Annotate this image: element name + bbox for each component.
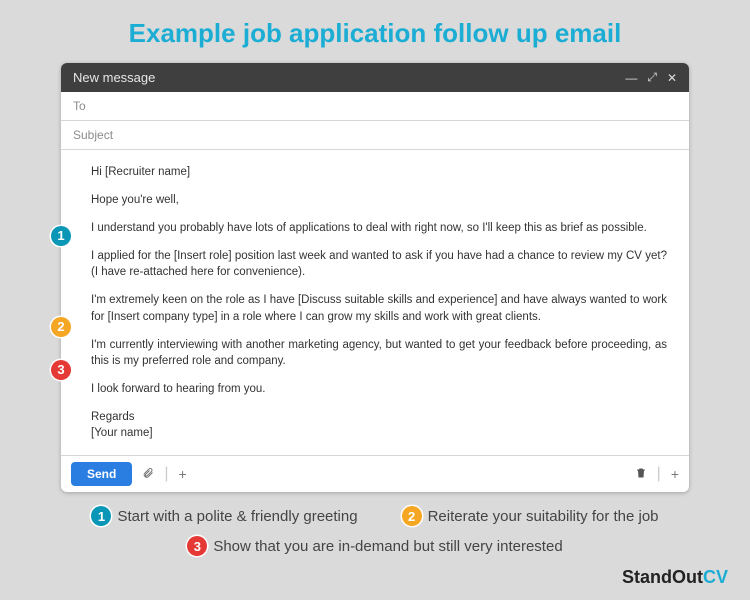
legend-text-1: Start with a polite & friendly greeting bbox=[117, 508, 357, 525]
minimize-icon[interactable]: — bbox=[625, 71, 637, 85]
trash-icon[interactable] bbox=[635, 466, 647, 483]
legend-text-3: Show that you are in-demand but still ve… bbox=[213, 538, 562, 555]
legend-item-3: 3 Show that you are in-demand but still … bbox=[187, 536, 562, 556]
divider: | bbox=[657, 465, 661, 483]
plus-icon-left[interactable]: + bbox=[179, 466, 187, 482]
badge-1-legend: 1 bbox=[91, 506, 111, 526]
badge-3: 3 bbox=[51, 360, 71, 380]
signoff: Regards [Your name] bbox=[91, 409, 667, 441]
send-button[interactable]: Send bbox=[71, 462, 132, 486]
subject-field[interactable]: Subject bbox=[61, 121, 689, 150]
page-title: Example job application follow up email bbox=[0, 0, 750, 63]
window-titlebar: New message — ⤢ ✕ bbox=[61, 63, 689, 92]
badge-2-legend: 2 bbox=[402, 506, 422, 526]
legend-item-1: 1 Start with a polite & friendly greetin… bbox=[91, 506, 357, 526]
hope-line: Hope you're well, bbox=[91, 192, 667, 208]
paragraph-1: I understand you probably have lots of a… bbox=[91, 220, 667, 236]
badge-3-legend: 3 bbox=[187, 536, 207, 556]
badge-1: 1 bbox=[51, 226, 71, 246]
attachment-icon[interactable] bbox=[142, 466, 154, 483]
greeting: Hi [Recruiter name] bbox=[91, 164, 667, 180]
expand-icon[interactable]: ⤢ bbox=[647, 70, 657, 85]
plus-icon-right[interactable]: + bbox=[671, 466, 679, 482]
paragraph-4: I'm currently interviewing with another … bbox=[91, 337, 667, 369]
close-icon[interactable]: ✕ bbox=[667, 71, 677, 85]
legend-text-2: Reiterate your suitability for the job bbox=[428, 508, 659, 525]
badge-2: 2 bbox=[51, 317, 71, 337]
paragraph-3: I'm extremely keen on the role as I have… bbox=[91, 292, 667, 324]
compose-toolbar: Send | + | + bbox=[61, 455, 689, 492]
paragraph-2: I applied for the [Insert role] position… bbox=[91, 248, 667, 280]
to-field[interactable]: To bbox=[61, 92, 689, 121]
divider: | bbox=[164, 465, 168, 483]
brand-logo: StandOutCV bbox=[622, 567, 728, 588]
email-body[interactable]: 1 2 3 Hi [Recruiter name] Hope you're we… bbox=[61, 150, 689, 455]
compose-window: New message — ⤢ ✕ To Subject 1 2 3 Hi [R… bbox=[61, 63, 689, 492]
legend-item-2: 2 Reiterate your suitability for the job bbox=[402, 506, 659, 526]
legend: 1 Start with a polite & friendly greetin… bbox=[55, 506, 695, 556]
window-title: New message bbox=[73, 70, 155, 85]
paragraph-5: I look forward to hearing from you. bbox=[91, 381, 667, 397]
